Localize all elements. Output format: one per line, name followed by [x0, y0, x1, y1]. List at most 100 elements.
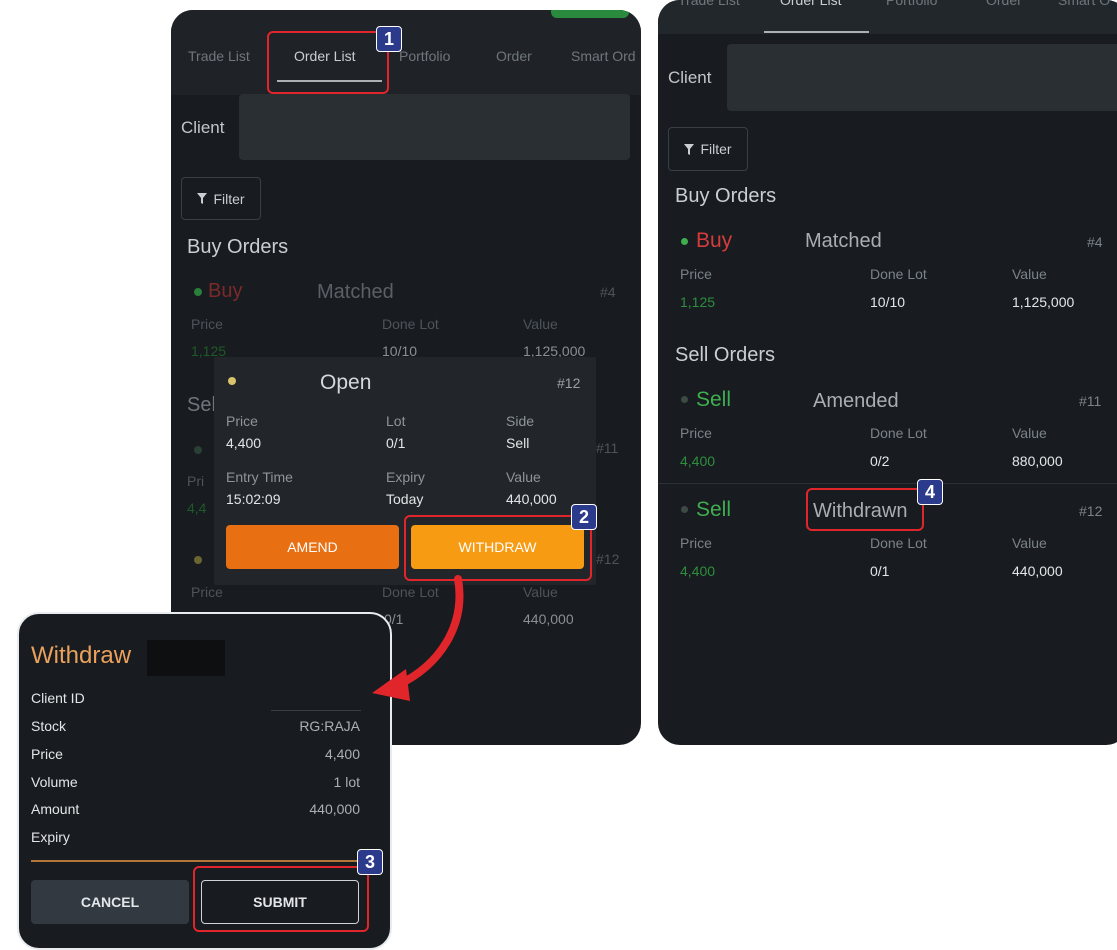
step-badge-3: 3 [357, 849, 383, 875]
price-label: Price [191, 316, 223, 332]
value-label: Value [1012, 425, 1047, 441]
order-status: Matched [317, 281, 394, 303]
status-dot-icon [681, 238, 688, 245]
order-number: #11 [596, 440, 619, 456]
tab-order[interactable]: Order [496, 48, 532, 64]
value-label: Value [523, 316, 558, 332]
client-label: Client [181, 118, 225, 137]
order-number: #12 [1079, 503, 1103, 519]
popup-lot-label: Lot [386, 413, 406, 429]
highlight-withdrawn-status [806, 488, 924, 531]
price-value: 1,125 [680, 294, 716, 310]
popup-status: Open [320, 371, 372, 394]
filter-icon [197, 193, 208, 204]
stock-value: RG:RAJA [299, 718, 360, 734]
price-label: Price [680, 425, 712, 441]
client-label: Client [668, 68, 712, 87]
price-label: Price [680, 535, 712, 551]
done-lot-label: Done Lot [870, 266, 927, 282]
active-tab-indicator [764, 31, 869, 33]
volume-value: 1 lot [333, 774, 360, 790]
price-label: Price [31, 746, 63, 762]
order-status: Amended [813, 390, 899, 412]
value-label: Value [1012, 535, 1047, 551]
done-lot-label: Done Lot [870, 535, 927, 551]
done-lot-value: 0/2 [870, 453, 890, 469]
popup-entry-time: 15:02:09 [226, 491, 281, 507]
step-badge-4: 4 [917, 479, 943, 505]
order-list-screen-after: Trade List Order List Portfolio Order Sm… [658, 0, 1117, 745]
order-side: Buy [696, 229, 733, 252]
curved-arrow-icon [372, 575, 464, 701]
status-dot-icon [194, 556, 202, 564]
popup-price: 4,400 [226, 435, 262, 451]
highlight-order-list-tab [267, 31, 389, 94]
price-value: 4,400 [680, 563, 716, 579]
done-lot-label: Done Lot [870, 425, 927, 441]
client-id-label: Client ID [31, 690, 85, 706]
status-chip [551, 10, 629, 18]
tab-portfolio[interactable]: Portfolio [399, 48, 450, 64]
step-badge-2: 2 [571, 504, 597, 530]
popup-expiry: Today [386, 491, 424, 507]
amount-value: 440,000 [309, 801, 360, 817]
value-label: Value [523, 584, 558, 600]
client-id-value-line [271, 710, 361, 711]
open-status-dot-icon [228, 377, 236, 385]
status-dot-icon [681, 506, 688, 513]
price-label: Price [191, 584, 223, 600]
price-value: 4,400 [324, 746, 360, 762]
order-number: #12 [596, 551, 620, 567]
cancel-button[interactable]: CANCEL [31, 880, 189, 924]
tab-order-list[interactable]: Order List [780, 0, 841, 8]
tab-trade-list[interactable]: Trade List [678, 0, 740, 8]
price-value: 4,400 [680, 453, 716, 469]
order-side: Buy [208, 280, 243, 302]
status-dot-icon [194, 288, 202, 296]
filter-button[interactable]: Filter [181, 177, 261, 220]
filter-icon [684, 143, 695, 155]
done-lot-label: Done Lot [382, 316, 439, 332]
popup-value: 440,000 [506, 491, 557, 507]
done-lot-value: 10/10 [870, 294, 906, 310]
step-badge-1: 1 [376, 26, 402, 52]
sell-orders-title: Sel [187, 394, 216, 416]
tab-smart-order[interactable]: Smart O [1058, 0, 1110, 8]
popup-lot: 0/1 [386, 435, 406, 451]
tab-trade-list[interactable]: Trade List [188, 48, 250, 64]
buy-orders-title: Buy Orders [187, 236, 289, 258]
amount-label: Amount [31, 801, 80, 817]
redacted-block [147, 640, 225, 676]
tab-order[interactable]: Order [986, 0, 1022, 8]
divider [31, 860, 361, 862]
popup-value-label: Value [506, 469, 541, 485]
row-divider [658, 483, 1117, 484]
tab-bar: Trade List Order List Portfolio Order Sm… [658, 0, 1117, 34]
order-value: 880,000 [1012, 453, 1063, 469]
client-input[interactable] [239, 94, 630, 160]
highlight-withdraw-button [404, 515, 592, 581]
status-dot-icon [681, 396, 688, 403]
order-number: #4 [1087, 234, 1103, 250]
volume-label: Volume [31, 774, 78, 790]
order-value: 1,125,000 [1012, 294, 1075, 310]
price-label-partial: Pri [187, 473, 205, 489]
popup-price-label: Price [226, 413, 258, 429]
popup-side-label: Side [506, 413, 535, 429]
dialog-title: Withdraw [31, 642, 132, 669]
highlight-submit-button [193, 866, 369, 932]
order-status: Matched [805, 230, 882, 252]
tab-smart-order[interactable]: Smart Ord [571, 48, 636, 64]
popup-side: Sell [506, 435, 530, 451]
tab-portfolio[interactable]: Portfolio [886, 0, 937, 8]
buy-orders-title: Buy Orders [675, 185, 777, 207]
tab-bar: Trade List Order List Portfolio Order Sm… [171, 10, 641, 95]
order-value: 440,000 [1012, 563, 1063, 579]
amend-button[interactable]: AMEND [226, 525, 399, 569]
filter-button[interactable]: Filter [668, 127, 748, 171]
order-value: 440,000 [523, 611, 574, 627]
client-input[interactable] [727, 44, 1117, 111]
value-label: Value [1012, 266, 1047, 282]
price-value-partial: 4,4 [187, 500, 207, 516]
filter-label: Filter [213, 190, 245, 207]
